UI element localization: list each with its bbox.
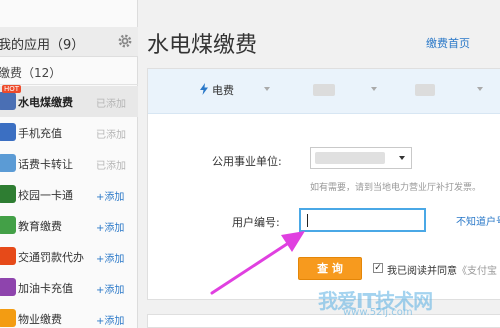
- chevron-down-icon: [264, 87, 270, 91]
- user-number-label: 用户编号:: [232, 216, 280, 229]
- campus-card-icon: [0, 185, 16, 203]
- sidebar-item-utilities[interactable]: HOT 水电煤缴费 已添加: [0, 85, 138, 117]
- property-fee-icon: [0, 309, 16, 327]
- blurred-tab-label: [415, 84, 435, 96]
- add-button[interactable]: +添加: [96, 281, 124, 296]
- sidebar-item-label: 手机充值: [18, 127, 62, 140]
- page-title: 水电煤缴费: [147, 33, 258, 58]
- my-apps-header: 我的应用（9）: [0, 27, 138, 57]
- chevron-down-icon: [371, 87, 377, 91]
- payment-category-header[interactable]: 缴费（12）: [0, 58, 138, 85]
- sidebar-item-phone-card-transfer[interactable]: 话费卡转让 已添加: [0, 148, 138, 179]
- sidebar-item-label: 话费卡转让: [18, 158, 73, 171]
- sidebar: 我的应用（9） 缴费（12） HOT 水电煤缴费 已添加 手机充值 已添加 话费…: [0, 0, 138, 328]
- utilities-icon: [0, 92, 16, 110]
- blurred-selected-value: [315, 152, 385, 164]
- sidebar-item-label: 校园一卡通: [18, 189, 73, 202]
- agree-checkbox[interactable]: ✓: [373, 263, 383, 273]
- watermark-url: www.52ij.com: [343, 307, 413, 318]
- chevron-down-icon: [477, 87, 483, 91]
- payment-home-link[interactable]: 缴费首页: [426, 35, 470, 51]
- my-apps-title: 我的应用（9）: [0, 38, 85, 53]
- payment-category-title: 缴费（12）: [0, 66, 62, 80]
- tab-electricity[interactable]: 电费: [200, 81, 270, 101]
- add-button[interactable]: +添加: [96, 250, 124, 265]
- added-status: 已添加: [96, 99, 126, 110]
- invoice-hint: 如有需要，请到当地电力营业厅补打发票。: [310, 183, 482, 193]
- sidebar-item-mobile-recharge[interactable]: 手机充值 已添加: [0, 117, 138, 148]
- fuel-card-icon: [0, 278, 16, 296]
- blurred-tab-label: [313, 84, 335, 96]
- query-button[interactable]: 查 询: [298, 257, 362, 280]
- traffic-fine-icon: [0, 247, 16, 265]
- company-select[interactable]: [310, 147, 412, 169]
- unknown-number-link[interactable]: 不知道户号: [456, 213, 500, 228]
- utility-tabs: 电费: [148, 69, 500, 114]
- add-button[interactable]: +添加: [96, 188, 124, 203]
- sidebar-item-label: 物业缴费: [18, 313, 62, 326]
- gear-icon[interactable]: [117, 33, 133, 49]
- bottom-panel: [147, 314, 500, 328]
- hot-badge: HOT: [2, 85, 22, 93]
- agreement-link[interactable]: 《支付宝: [457, 266, 497, 277]
- sidebar-item-label: 水电煤缴费: [18, 96, 73, 109]
- sidebar-item-label: 加油卡充值: [18, 282, 73, 295]
- sidebar-item-education-fee[interactable]: 教育缴费 +添加: [0, 210, 138, 241]
- chevron-down-icon: [399, 156, 405, 160]
- sidebar-item-label: 教育缴费: [18, 220, 62, 233]
- sidebar-item-fuel-card[interactable]: 加油卡充值 +添加: [0, 272, 138, 303]
- added-status: 已添加: [96, 161, 126, 172]
- sidebar-item-label: 交通罚款代办: [18, 251, 84, 264]
- education-icon: [0, 216, 16, 234]
- tab-gas[interactable]: [415, 81, 495, 101]
- tab-label: 电费: [212, 84, 234, 97]
- mobile-recharge-icon: [0, 123, 16, 141]
- agree-text: 我已阅读并同意《支付宝: [387, 262, 497, 277]
- sidebar-item-property-fee[interactable]: 物业缴费 +添加: [0, 303, 138, 328]
- phone-card-icon: [0, 154, 16, 172]
- added-status: 已添加: [96, 130, 126, 141]
- add-button[interactable]: +添加: [96, 312, 124, 327]
- user-number-input[interactable]: [299, 208, 426, 232]
- add-button[interactable]: +添加: [96, 219, 124, 234]
- sidebar-item-campus-card[interactable]: 校园一卡通 +添加: [0, 179, 138, 210]
- tab-water[interactable]: [313, 81, 383, 101]
- sidebar-item-traffic-fine[interactable]: 交通罚款代办 +添加: [0, 241, 138, 272]
- lightning-icon: [200, 83, 208, 95]
- agree-label: 我已阅读并同意: [387, 266, 457, 277]
- text-caret: [307, 214, 308, 227]
- company-label: 公用事业单位:: [212, 155, 282, 168]
